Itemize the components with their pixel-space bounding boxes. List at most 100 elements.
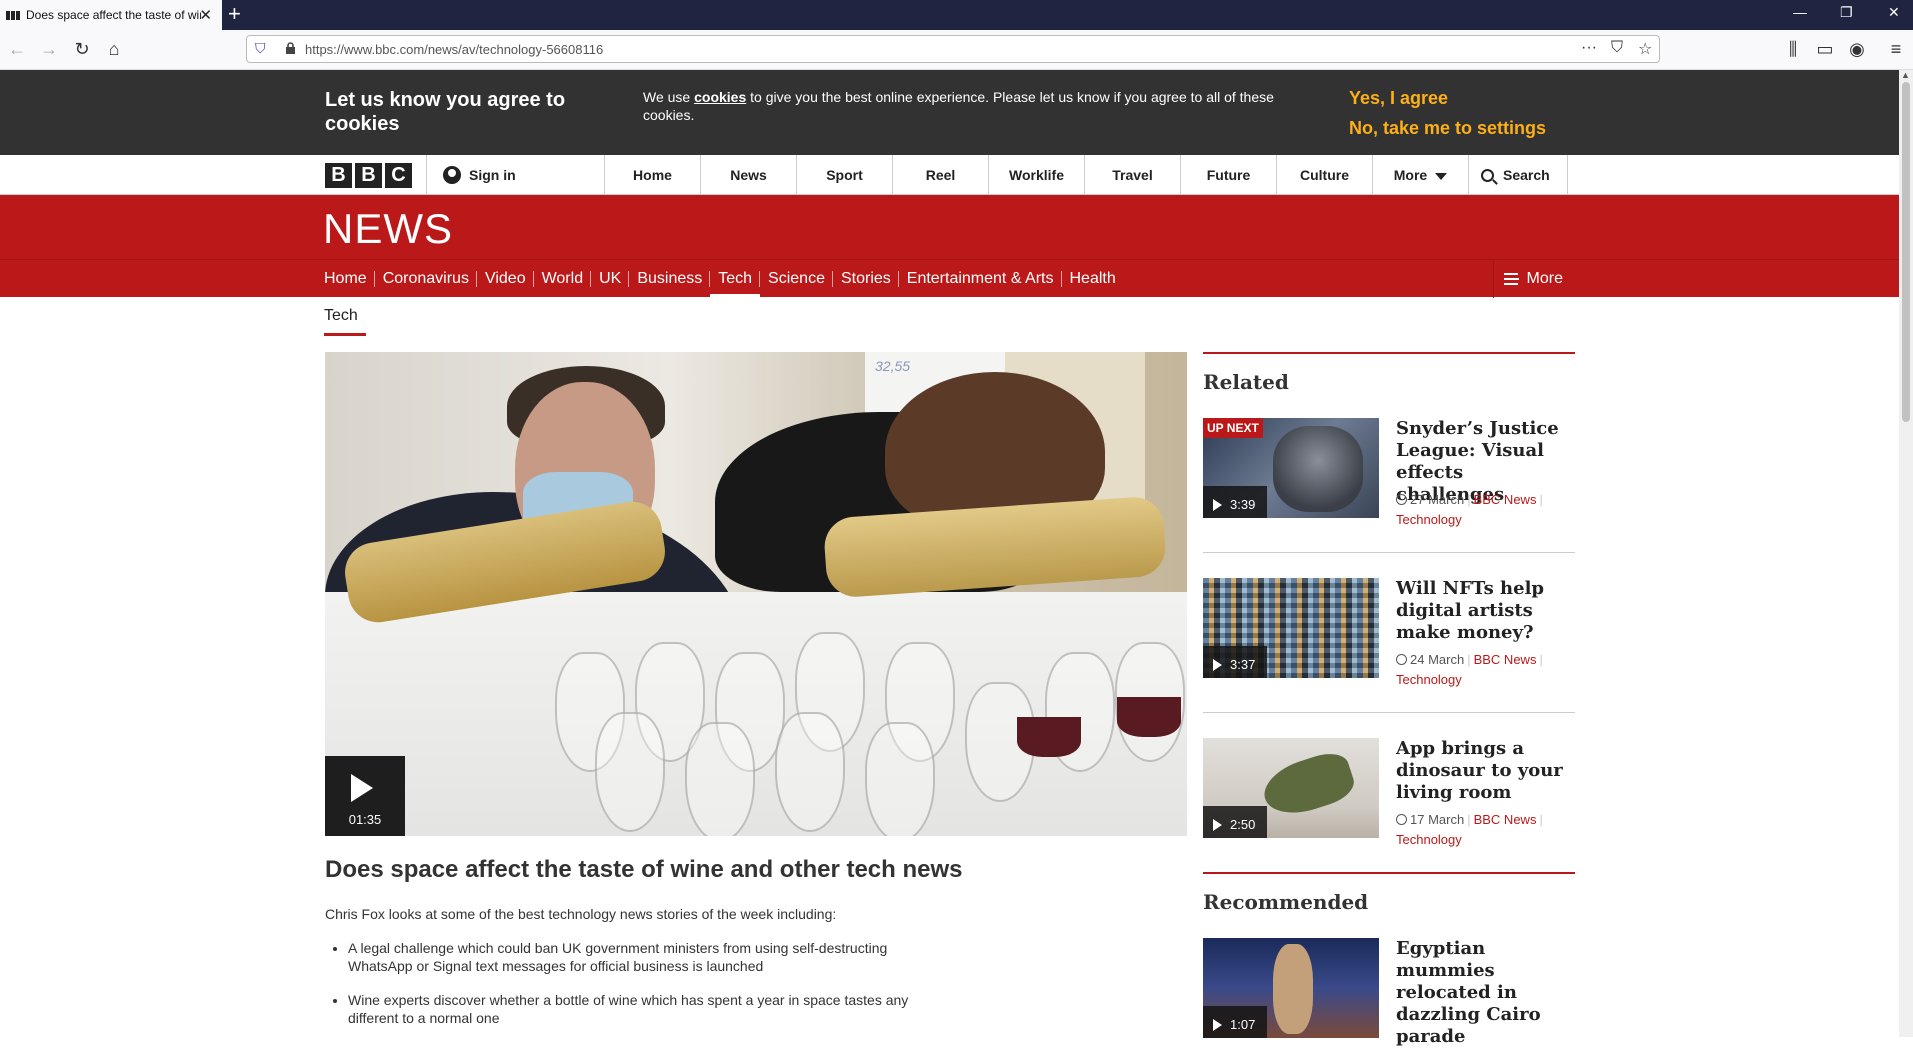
related-thumbnail[interactable]: 3:37	[1203, 578, 1379, 678]
subnav-entertainment-arts[interactable]: Entertainment & Arts	[899, 260, 1062, 298]
bbc-logo-letter: B	[325, 163, 352, 188]
global-nav-culture[interactable]: Culture	[1276, 155, 1372, 195]
news-logo[interactable]: NEWS	[323, 205, 453, 253]
page-actions-icon[interactable]: ···	[1581, 39, 1597, 57]
account-icon[interactable]: ◉	[1846, 39, 1868, 60]
related-category-link[interactable]: Technology	[1396, 832, 1462, 847]
section-label[interactable]: Tech	[324, 307, 358, 325]
related-category-link[interactable]: Technology	[1396, 512, 1462, 527]
clock-icon	[1396, 494, 1407, 505]
global-nav-reel[interactable]: Reel	[892, 155, 988, 195]
bbc-logo[interactable]: B B C	[325, 163, 412, 188]
tracking-protection-shield-icon[interactable]: ⛉	[255, 40, 266, 57]
subnav-business[interactable]: Business	[629, 260, 711, 298]
url-bar[interactable]: ⛉ https://www.bbc.com/news/av/technology…	[246, 35, 1660, 63]
forward-icon[interactable]: →	[38, 39, 60, 60]
duration-text: 3:39	[1230, 497, 1256, 512]
play-icon	[1213, 658, 1222, 671]
global-nav-more-label: More	[1393, 167, 1428, 183]
global-nav-future[interactable]: Future	[1180, 155, 1276, 195]
video-frame-wine	[1117, 697, 1181, 737]
play-icon	[351, 774, 373, 802]
meta-separator: |	[1467, 492, 1471, 507]
subnav-more-button[interactable]: More	[1493, 260, 1563, 298]
subnav-coronavirus[interactable]: Coronavirus	[375, 260, 478, 298]
subnav-health[interactable]: Health	[1062, 260, 1124, 298]
recommended-heading: Recommended	[1203, 890, 1369, 914]
related-title[interactable]: App brings a dinosaur to your living roo…	[1396, 738, 1574, 804]
library-icon[interactable]: ⫼	[1782, 39, 1804, 60]
global-nav-home[interactable]: Home	[604, 155, 700, 195]
clock-icon	[1396, 654, 1407, 665]
subnav-tech[interactable]: Tech	[710, 260, 761, 298]
sign-in-link[interactable]: Sign in	[426, 155, 604, 195]
meta-separator: |	[1539, 492, 1543, 507]
page-scrollbar[interactable]: ▲	[1899, 70, 1913, 1037]
related-item[interactable]: UP NEXT 3:39 Snyder’s Justice League: Vi…	[1203, 418, 1575, 562]
subnav-more-label: More	[1526, 270, 1563, 287]
bookmark-star-icon[interactable]: ☆	[1638, 39, 1652, 59]
subnav-uk[interactable]: UK	[591, 260, 630, 298]
subnav-world[interactable]: World	[534, 260, 592, 298]
accept-cookies-button[interactable]: Yes, I agree	[1349, 88, 1448, 109]
related-thumbnail[interactable]: 2:50	[1203, 738, 1379, 838]
related-category-link[interactable]: Technology	[1396, 672, 1462, 687]
news-subnav: Home Coronavirus Video World UK Business…	[0, 259, 1899, 298]
global-search-button[interactable]: Search	[1468, 155, 1568, 195]
related-title[interactable]: Will NFTs help digital artists make mone…	[1396, 578, 1574, 644]
back-icon[interactable]: ←	[6, 39, 28, 60]
sidebar-icon[interactable]: ▭	[1814, 39, 1836, 60]
padlock-icon[interactable]	[285, 42, 296, 54]
browser-tab-active[interactable]: Does space affect the taste of wine and …	[0, 0, 222, 30]
global-nav-news[interactable]: News	[700, 155, 796, 195]
related-item[interactable]: 2:50 App brings a dinosaur to your livin…	[1203, 738, 1575, 882]
play-button[interactable]: 01:35	[325, 756, 405, 836]
cookie-banner-text: We use cookies to give you the best onli…	[643, 89, 1274, 123]
related-date: 27 March	[1410, 492, 1465, 507]
restore-window-icon[interactable]: ❐	[1840, 4, 1853, 21]
global-nav-travel[interactable]: Travel	[1084, 155, 1180, 195]
reload-icon[interactable]: ↻	[71, 39, 93, 60]
menu-icon[interactable]: ≡	[1885, 39, 1907, 60]
minimize-window-icon[interactable]: —	[1793, 4, 1807, 20]
search-label: Search	[1503, 167, 1550, 183]
recommended-title[interactable]: Egyptian mummies relocated in dazzling C…	[1396, 938, 1574, 1048]
close-tab-icon[interactable]: ✕	[199, 6, 212, 24]
duration-text: 1:07	[1230, 1017, 1256, 1032]
tab-title: Does space affect the taste of wine and …	[26, 8, 201, 22]
related-source-link[interactable]: BBC News	[1474, 492, 1537, 507]
related-thumbnail[interactable]: UP NEXT 3:39	[1203, 418, 1379, 518]
home-icon[interactable]: ⌂	[103, 39, 125, 60]
cookie-banner: Let us know you agree to cookies We use …	[0, 70, 1899, 155]
close-window-icon[interactable]: ✕	[1888, 4, 1900, 21]
url-text[interactable]: https://www.bbc.com/news/av/technology-5…	[305, 42, 603, 57]
pocket-icon[interactable]: ⛉	[1611, 39, 1623, 57]
subnav-video[interactable]: Video	[477, 260, 534, 298]
global-nav-more[interactable]: More	[1372, 155, 1468, 195]
recommended-item[interactable]: 1:07 Egyptian mummies relocated in dazzl…	[1203, 938, 1575, 1047]
video-player[interactable]: 32,55 01:35	[325, 352, 1187, 836]
related-source-link[interactable]: BBC News	[1474, 652, 1537, 667]
global-nav-worklife[interactable]: Worklife	[988, 155, 1084, 195]
subnav-stories[interactable]: Stories	[833, 260, 899, 298]
related-item[interactable]: 3:37 Will NFTs help digital artists make…	[1203, 578, 1575, 722]
subnav-home[interactable]: Home	[324, 260, 375, 298]
duration-text: 2:50	[1230, 817, 1256, 832]
cookies-link[interactable]: cookies	[694, 89, 746, 105]
thumbnail-creature	[1273, 426, 1363, 512]
sign-in-label: Sign in	[469, 167, 516, 183]
related-source-link[interactable]: BBC News	[1474, 812, 1537, 827]
video-frame-glass	[685, 722, 755, 836]
recommended-thumbnail[interactable]: 1:07	[1203, 938, 1379, 1038]
subnav-science[interactable]: Science	[760, 260, 833, 298]
scroll-thumb[interactable]	[1902, 82, 1910, 422]
new-tab-button[interactable]: +	[228, 2, 241, 26]
bbc-favicon-icon	[6, 10, 20, 20]
scroll-up-arrow-icon[interactable]: ▲	[1901, 70, 1910, 80]
news-subnav-list: Home Coronavirus Video World UK Business…	[324, 260, 1124, 298]
article-bullet: A legal challenge which could ban UK gov…	[348, 939, 918, 975]
global-nav-sport[interactable]: Sport	[796, 155, 892, 195]
article-headline: Does space affect the taste of wine and …	[325, 856, 963, 883]
section-underline	[324, 333, 366, 336]
cookie-settings-link[interactable]: No, take me to settings	[1349, 118, 1546, 139]
